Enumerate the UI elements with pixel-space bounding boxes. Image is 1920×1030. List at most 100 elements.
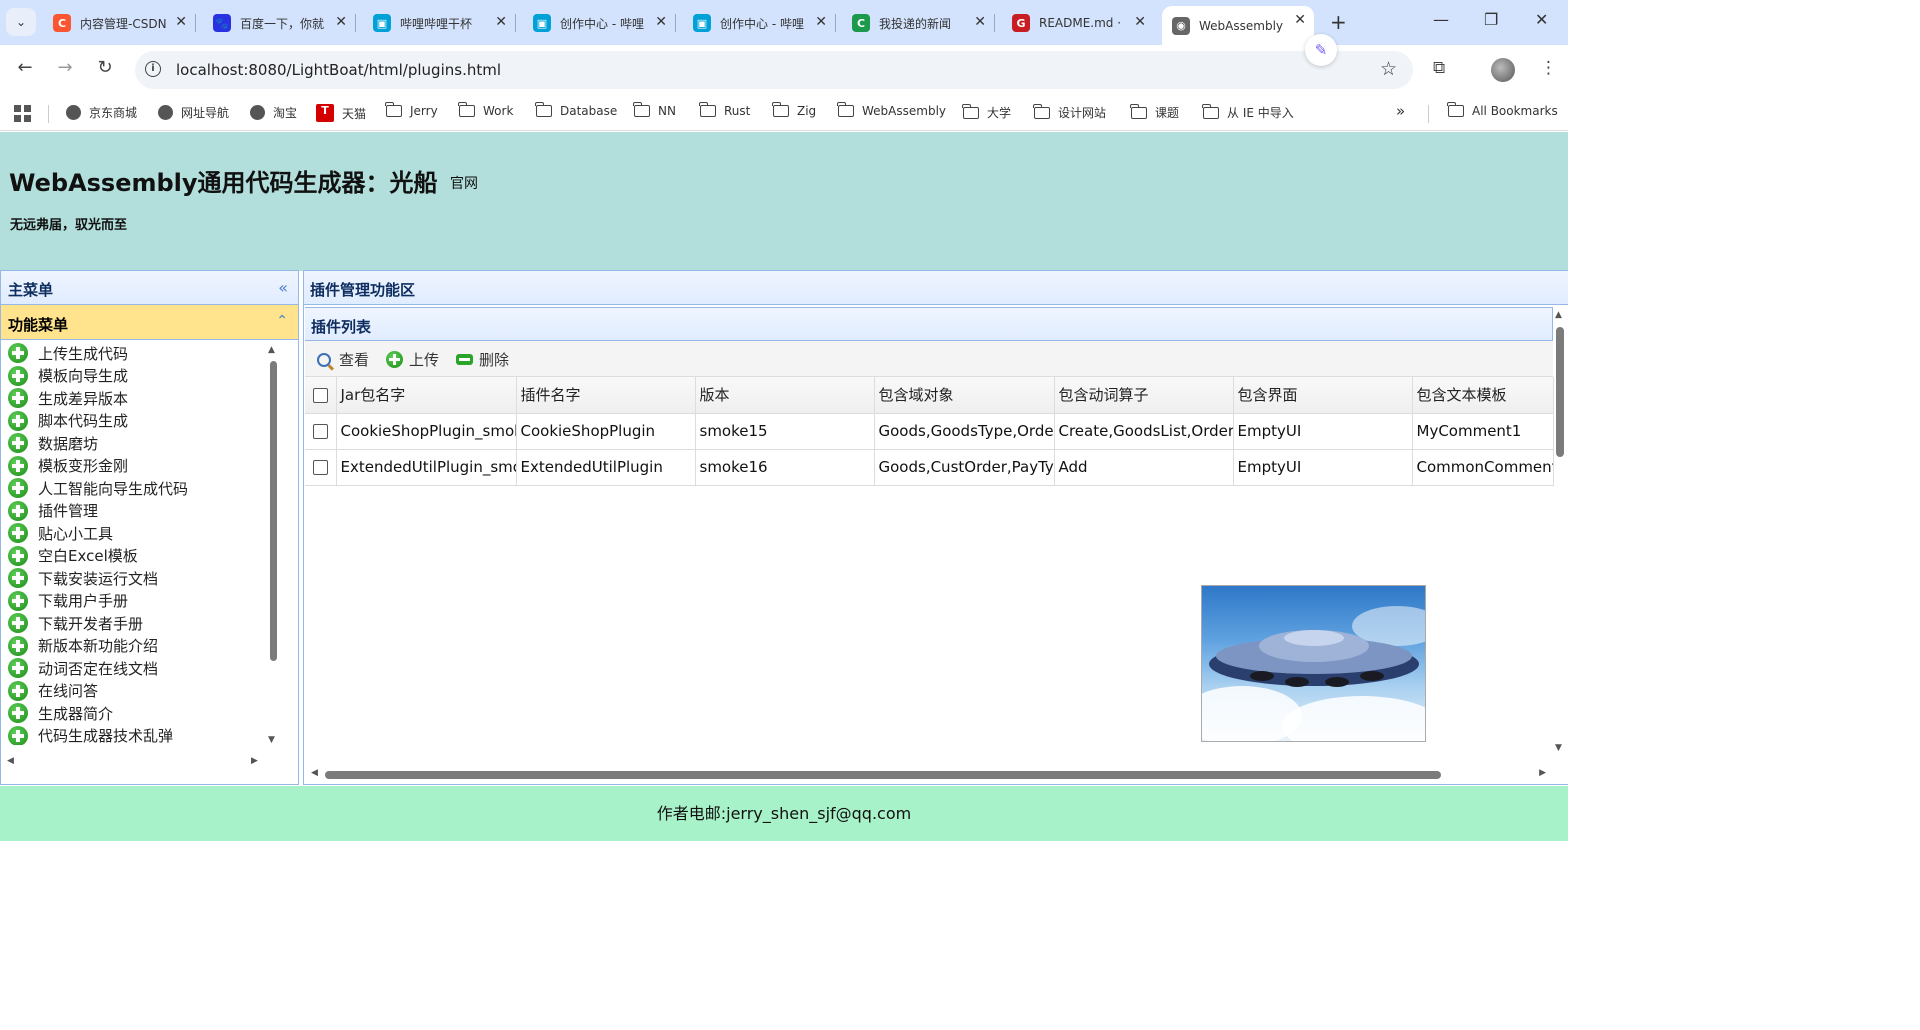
menu-item[interactable]: 上传生成代码	[2, 342, 284, 365]
bookmark-item[interactable]: Zig	[772, 102, 816, 118]
table-row[interactable]: CookieShopPlugin_smoke15.jarCookieShopPl…	[305, 413, 1554, 450]
scroll-left-icon[interactable]: ◀	[311, 768, 318, 778]
bookmark-item[interactable]: 从 IE 中导入	[1202, 103, 1294, 121]
menu-item[interactable]: 代码生成器技术乱弹	[2, 725, 284, 745]
collapse-left-icon[interactable]: «	[278, 278, 288, 297]
row-checkbox[interactable]	[313, 424, 328, 439]
official-site-link[interactable]: 官网	[450, 173, 478, 193]
menu-item[interactable]: 生成器简介	[2, 702, 284, 725]
scroll-thumb[interactable]	[325, 771, 1441, 779]
scroll-up-icon[interactable]: ▲	[1555, 310, 1562, 320]
bookmark-item[interactable]: 京东商城	[66, 104, 137, 121]
menu-item[interactable]: 新版本新功能介绍	[2, 635, 284, 658]
browser-tab[interactable]: C 我投递的新闻 ✕	[842, 8, 995, 38]
column-header[interactable]: 版本	[695, 377, 875, 414]
bookmark-item[interactable]: 设计网站	[1033, 103, 1106, 121]
profile-avatar[interactable]	[1491, 58, 1515, 82]
view-button[interactable]: 查看	[317, 349, 369, 370]
column-header[interactable]: 包含文本模板	[1412, 377, 1554, 414]
browser-tab[interactable]: G README.md · ✕	[1002, 8, 1154, 38]
browser-tab[interactable]: ◉ WebAssembly ✕	[1162, 6, 1314, 45]
bookmark-item[interactable]: Rust	[699, 102, 750, 118]
menu-item[interactable]: 插件管理	[2, 500, 284, 523]
bookmark-item[interactable]: 大学	[962, 103, 1011, 121]
menu-item[interactable]: 下载开发者手册	[2, 612, 284, 635]
restore-button[interactable]: ❐	[1484, 10, 1498, 29]
column-header[interactable]: Jar包名字	[336, 377, 517, 414]
more-menu-icon[interactable]: ⋮	[1540, 58, 1557, 78]
scroll-thumb[interactable]	[270, 361, 277, 661]
menu-item[interactable]: 空白Excel模板	[2, 545, 284, 568]
upload-button[interactable]: 上传	[386, 349, 439, 370]
bookmark-item[interactable]: 课题	[1130, 103, 1179, 121]
bookmark-star-icon[interactable]: ☆	[1380, 58, 1397, 80]
close-tab-icon[interactable]: ✕	[495, 14, 507, 30]
function-menu-header[interactable]: 功能菜单 ⌃	[1, 305, 298, 340]
scroll-up-icon[interactable]: ▲	[268, 345, 275, 355]
close-tab-icon[interactable]: ✕	[1294, 12, 1306, 28]
extensions-icon[interactable]: ⧉	[1433, 58, 1445, 78]
select-all-checkbox[interactable]	[313, 387, 328, 403]
bookmark-item[interactable]: Jerry	[385, 102, 438, 118]
menu-item[interactable]: 动词否定在线文档	[2, 657, 284, 680]
close-tab-icon[interactable]: ✕	[815, 14, 827, 30]
close-tab-icon[interactable]: ✕	[974, 14, 986, 30]
column-header[interactable]: 包含域对象	[874, 377, 1055, 414]
more-bookmarks-icon[interactable]: »	[1396, 102, 1405, 120]
browser-tab[interactable]: C 内容管理-CSDN ✕	[43, 8, 196, 38]
bookmark-item[interactable]: 网址导航	[158, 104, 229, 121]
close-tab-icon[interactable]: ✕	[335, 14, 347, 30]
menu-item[interactable]: 人工智能向导生成代码	[2, 477, 284, 500]
grid-horizontal-scrollbar[interactable]: ◀ ▶	[305, 768, 1550, 782]
bookmark-item[interactable]: 淘宝	[250, 104, 297, 121]
column-header[interactable]: 包含界面	[1233, 377, 1413, 414]
scroll-right-icon[interactable]: ▶	[251, 756, 258, 766]
menu-item[interactable]: 下载安装运行文档	[2, 567, 284, 590]
back-button[interactable]: ←	[12, 57, 38, 78]
bookmark-item[interactable]: Database	[535, 102, 617, 118]
bookmark-item[interactable]: WebAssembly	[837, 102, 946, 118]
close-tab-icon[interactable]: ✕	[655, 14, 667, 30]
forward-button[interactable]: →	[52, 57, 78, 78]
column-header[interactable]: 插件名字	[516, 377, 696, 414]
scroll-down-icon[interactable]: ▼	[1555, 743, 1562, 753]
menu-item[interactable]: 脚本代码生成	[2, 410, 284, 433]
row-checkbox[interactable]	[313, 460, 328, 475]
menu-item[interactable]: 模板向导生成	[2, 365, 284, 388]
close-window-button[interactable]: ✕	[1535, 10, 1548, 29]
scroll-right-icon[interactable]: ▶	[1539, 768, 1546, 778]
scroll-left-icon[interactable]: ◀	[7, 756, 14, 766]
scroll-thumb[interactable]	[1556, 327, 1564, 457]
menu-item[interactable]: 下载用户手册	[2, 590, 284, 613]
menu-item[interactable]: 模板变形金刚	[2, 455, 284, 478]
menu-item[interactable]: 在线问答	[2, 680, 284, 703]
url-text[interactable]: localhost:8080/LightBoat/html/plugins.ht…	[176, 61, 501, 79]
menu-horizontal-scrollbar[interactable]: ◀ ▶	[2, 756, 283, 770]
apps-grid-icon[interactable]	[14, 105, 31, 122]
menu-item[interactable]: 数据磨坊	[2, 432, 284, 455]
site-info-icon[interactable]: i	[145, 61, 161, 77]
menu-vertical-scrollbar[interactable]: ▲ ▼	[267, 345, 281, 745]
menu-item[interactable]: 贴心小工具	[2, 522, 284, 545]
minimize-button[interactable]: —	[1433, 10, 1449, 29]
grid-vertical-scrollbar[interactable]: ▲ ▼	[1552, 307, 1568, 767]
scroll-down-icon[interactable]: ▼	[268, 735, 275, 745]
menu-item[interactable]: 生成差异版本	[2, 387, 284, 410]
browser-tab[interactable]: ▣ 创作中心 - 哔哩 ✕	[683, 8, 836, 38]
new-tab-button[interactable]: +	[1330, 10, 1347, 34]
reload-button[interactable]: ↻	[92, 57, 118, 78]
address-bar[interactable]: i localhost:8080/LightBoat/html/plugins.…	[135, 51, 1413, 89]
close-tab-icon[interactable]: ✕	[175, 14, 187, 30]
copilot-icon[interactable]: ✎	[1305, 34, 1337, 66]
browser-tab[interactable]: 🐾 百度一下，你就 ✕	[203, 8, 356, 38]
collapse-up-icon[interactable]: ⌃	[276, 313, 288, 329]
browser-tab[interactable]: ▣ 哔哩哔哩干杯 ✕	[363, 8, 516, 38]
close-tab-icon[interactable]: ✕	[1134, 14, 1146, 30]
all-bookmarks[interactable]: All Bookmarks	[1447, 102, 1558, 118]
delete-button[interactable]: 删除	[456, 349, 509, 370]
browser-tab[interactable]: ▣ 创作中心 - 哔哩 ✕	[523, 8, 676, 38]
column-header[interactable]: 包含动词算子	[1054, 377, 1234, 414]
bookmark-item[interactable]: Work	[458, 102, 513, 118]
tab-search-button[interactable]: ⌄	[6, 8, 36, 36]
bookmark-item[interactable]: T 天猫	[316, 104, 366, 122]
